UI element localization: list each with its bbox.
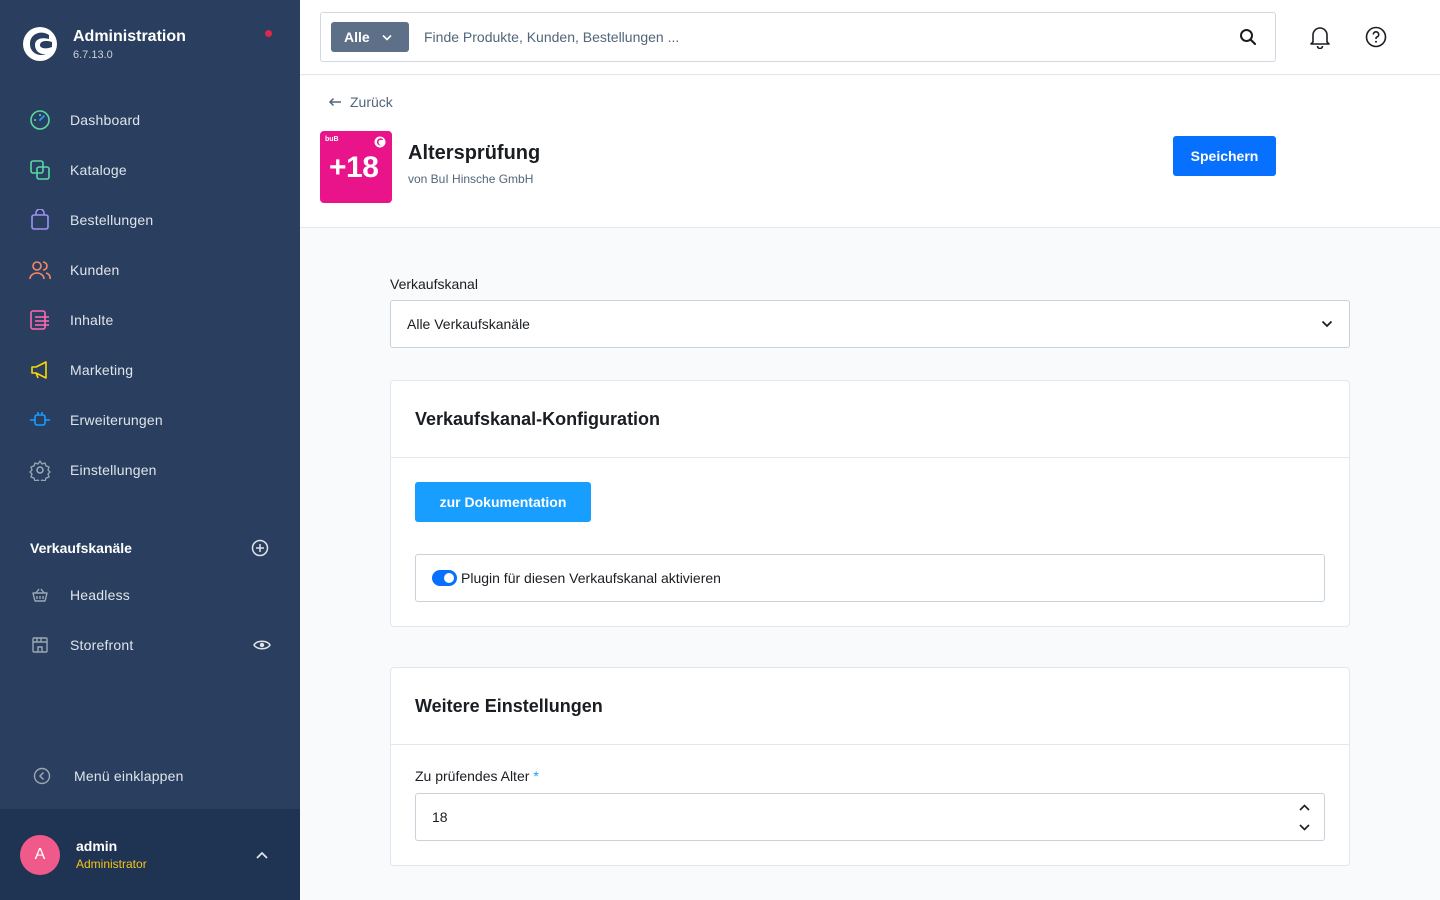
sidebar-item-marketing[interactable]: Marketing (0, 345, 300, 395)
customers-icon (28, 258, 52, 282)
chevron-down-icon[interactable] (1294, 817, 1314, 837)
settings-icon (28, 458, 52, 482)
required-mark: * (533, 768, 539, 784)
chevron-up-icon[interactable] (252, 845, 272, 865)
plugin-active-toggle[interactable] (432, 570, 457, 586)
sidebar-item-orders[interactable]: Bestellungen (0, 195, 300, 245)
age-input[interactable] (432, 809, 1284, 825)
chevron-left-circle-icon (30, 764, 54, 788)
sidebar-item-label: Kunden (70, 262, 120, 278)
main-navigation: Dashboard Kataloge Bestellungen Kunden I… (0, 95, 300, 495)
dashboard-icon (28, 108, 52, 132)
help-icon[interactable] (1364, 25, 1388, 49)
avatar[interactable]: A (20, 834, 60, 875)
storefront-icon (28, 633, 52, 657)
age-label-text: Zu prüfendes Alter (415, 768, 530, 784)
collapse-menu-button[interactable]: Menü einklappen (0, 756, 300, 796)
shopware-logo-icon (23, 27, 57, 61)
user-role: Administrator (76, 857, 147, 871)
sales-channel-select-label: Verkaufskanal (390, 276, 478, 292)
sidebar-item-label: Dashboard (70, 112, 141, 128)
content-icon (28, 308, 52, 332)
toggle-knob (444, 573, 454, 583)
further-settings-card: Weitere Einstellungen Zu prüfendes Alter… (390, 667, 1350, 866)
sidebar-item-settings[interactable]: Einstellungen (0, 445, 300, 495)
sales-channel-config-card: Verkaufskanal-Konfiguration zur Dokument… (390, 380, 1350, 627)
plugin-badge-text: +18 (329, 151, 379, 184)
plugin-active-field: Plugin für diesen Verkaufskanal aktivier… (415, 554, 1325, 602)
back-link[interactable]: Zurück (328, 94, 393, 110)
sales-channel-label: Storefront (70, 637, 134, 653)
plugin-icon: buB +18 (320, 131, 392, 203)
marketing-icon (28, 358, 52, 382)
notification-dot (265, 30, 272, 37)
sidebar-item-content[interactable]: Inhalte (0, 295, 300, 345)
search-icon[interactable] (1237, 26, 1259, 48)
age-field-label: Zu prüfendes Alter * (415, 768, 539, 784)
sidebar-item-label: Marketing (70, 362, 134, 378)
eye-icon[interactable] (252, 635, 272, 655)
chevron-down-icon (1321, 315, 1333, 333)
search-type-dropdown[interactable]: Alle (331, 22, 409, 52)
orders-icon (28, 208, 52, 232)
user-panel: A admin Administrator (0, 809, 300, 900)
sales-channels-title: Verkaufskanäle (30, 540, 132, 556)
age-number-field (415, 793, 1325, 841)
chevron-up-icon[interactable] (1294, 797, 1314, 817)
collapse-menu-label: Menü einklappen (74, 768, 184, 784)
sidebar-item-extensions[interactable]: Erweiterungen (0, 395, 300, 445)
sidebar-item-customers[interactable]: Kunden (0, 245, 300, 295)
sidebar-item-label: Kataloge (70, 162, 127, 178)
chevron-down-icon (382, 34, 392, 41)
sales-channel-select-value: Alle Verkaufskanäle (407, 316, 530, 332)
bell-icon[interactable] (1308, 25, 1332, 49)
user-name: admin (76, 838, 118, 854)
add-sales-channel-icon[interactable] (250, 538, 270, 558)
save-button[interactable]: Speichern (1173, 136, 1276, 176)
global-search: Alle (320, 12, 1276, 62)
sales-channel-storefront[interactable]: Storefront (0, 620, 300, 670)
back-label: Zurück (350, 94, 393, 110)
page-header: Zurück buB +18 Altersprüfung von BuI Hin… (300, 76, 1440, 228)
sidebar-item-label: Inhalte (70, 312, 114, 328)
app-version: 6.7.13.0 (73, 49, 113, 61)
search-input[interactable] (424, 22, 1237, 52)
documentation-button[interactable]: zur Dokumentation (415, 482, 591, 522)
sidebar-item-label: Bestellungen (70, 212, 154, 228)
sidebar-item-label: Erweiterungen (70, 412, 163, 428)
sidebar: Administration 6.7.13.0 Dashboard Katalo… (0, 0, 300, 900)
sales-channel-headless[interactable]: Headless (0, 570, 300, 620)
card-title: Weitere Einstellungen (415, 695, 603, 716)
plugin-author: von BuI Hinsche GmbH (408, 172, 534, 186)
card-title: Verkaufskanal-Konfiguration (415, 408, 661, 429)
sales-channels-header: Verkaufskanäle (30, 536, 270, 560)
basket-icon (28, 583, 52, 607)
app-title: Administration (73, 28, 186, 45)
plugin-active-label: Plugin für diesen Verkaufskanal aktivier… (461, 570, 721, 586)
page-title: Altersprüfung (408, 142, 541, 164)
age-stepper (1284, 794, 1324, 840)
sales-channel-select[interactable]: Alle Verkaufskanäle (390, 300, 1350, 348)
sales-channel-list: Headless Storefront (0, 570, 300, 670)
search-type-label: Alle (344, 29, 370, 45)
sidebar-item-catalogs[interactable]: Kataloge (0, 145, 300, 195)
sidebar-item-label: Einstellungen (70, 462, 157, 478)
sidebar-item-dashboard[interactable]: Dashboard (0, 95, 300, 145)
sales-channel-label: Headless (70, 587, 130, 603)
arrow-left-icon (328, 97, 342, 107)
catalog-icon (28, 158, 52, 182)
top-bar: Alle (300, 0, 1440, 75)
extensions-icon (28, 408, 52, 432)
brand[interactable]: Administration 6.7.13.0 (22, 24, 186, 64)
plugin-brand-text: buB (325, 136, 339, 143)
